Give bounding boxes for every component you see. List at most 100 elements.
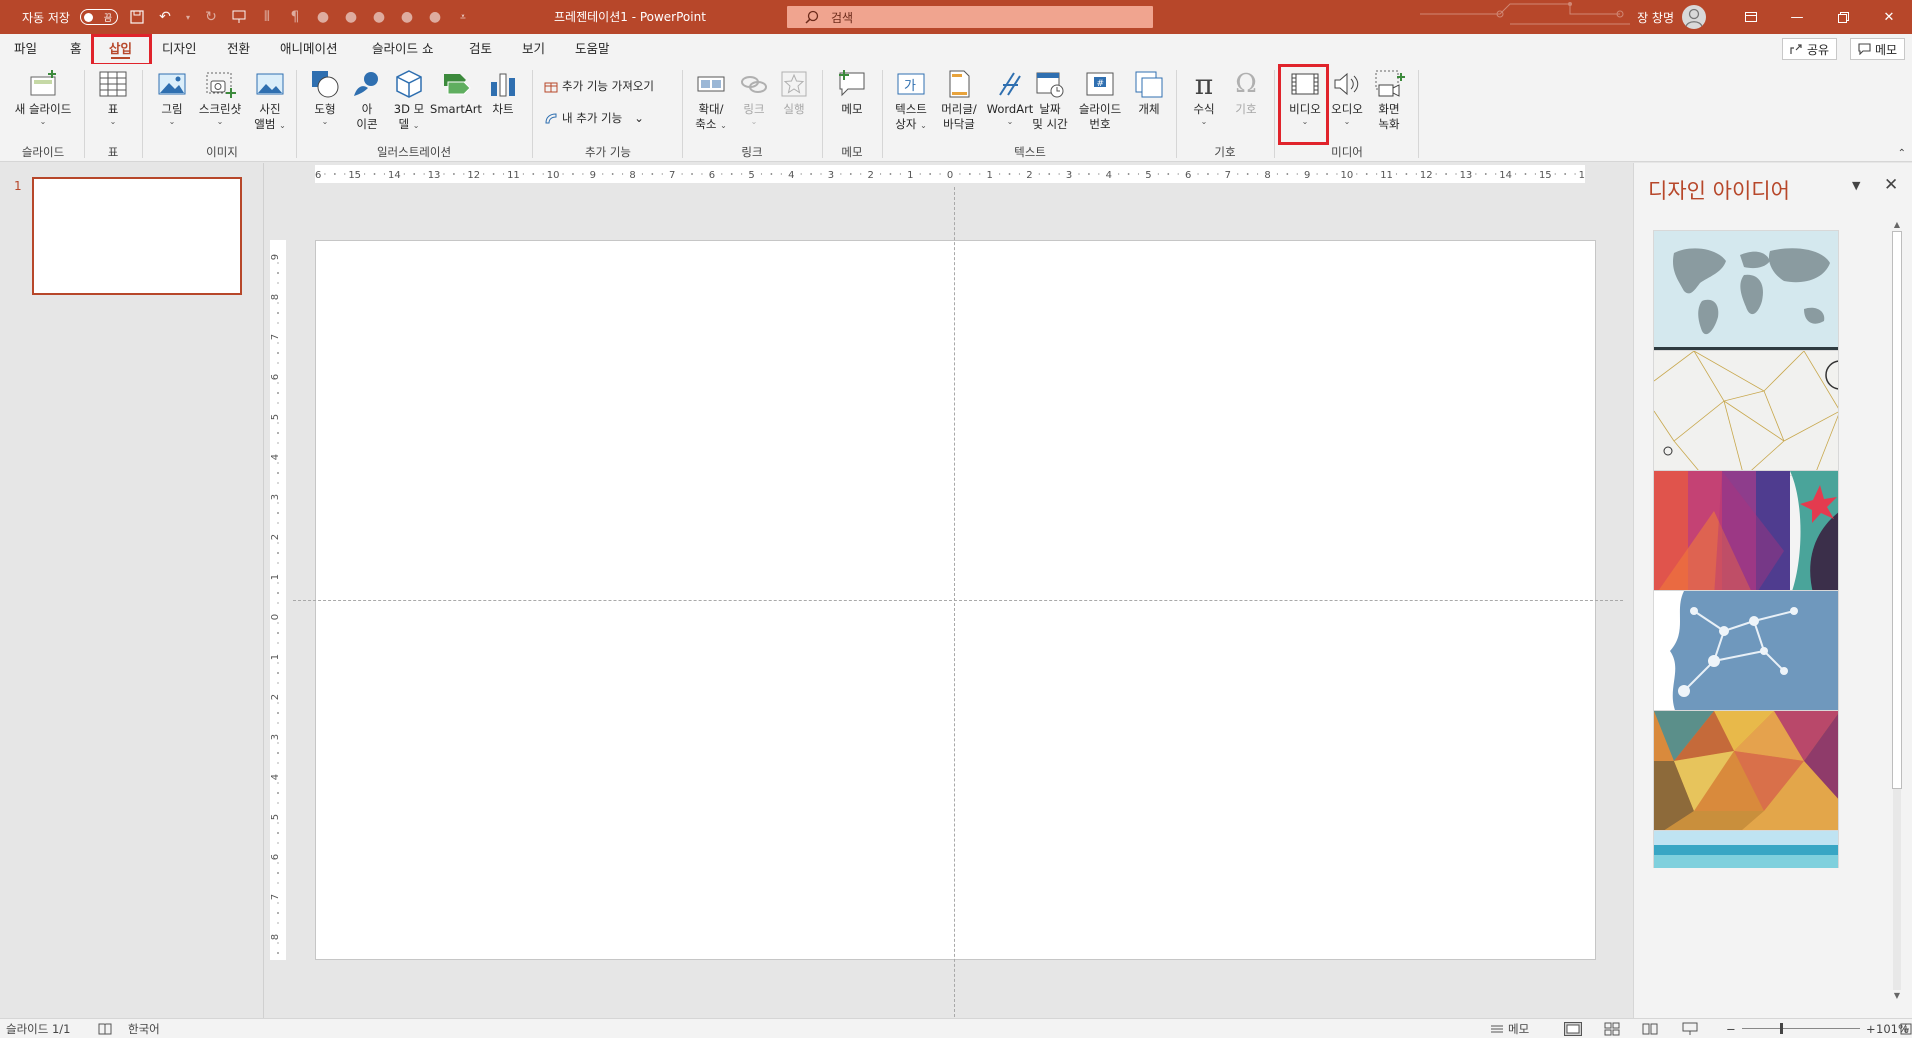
normal-view-icon[interactable] [1564, 1019, 1582, 1038]
horizontal-ruler: 1615141312111098765432101234567891011121… [315, 165, 1585, 183]
format-painter-icon[interactable]: ¶ [286, 8, 304, 26]
bar-chart-icon [487, 68, 519, 100]
date-time-button[interactable]: 날짜 및 시간 [1030, 68, 1070, 132]
shape-fill-icon[interactable]: ● [314, 8, 332, 26]
ruler-label: 7 [1225, 170, 1231, 181]
tab-home[interactable]: 홈 [62, 34, 90, 64]
scroll-down-icon[interactable]: ▼ [1891, 990, 1903, 1002]
tab-transitions[interactable]: 전환 [219, 34, 258, 64]
design-idea-network-blue[interactable] [1653, 590, 1839, 716]
smartart-button[interactable]: SmartArt [430, 68, 482, 117]
screenshot-button[interactable]: 스크린샷 ⌄ [192, 68, 248, 126]
icons-button[interactable]: 아 이콘 [346, 68, 388, 132]
pane-options-icon[interactable]: ▼ [1852, 179, 1860, 192]
ruler-label: 16 [315, 170, 321, 181]
align-icon[interactable]: ⫴ [258, 8, 276, 26]
ruler-label: 7 [270, 894, 281, 900]
design-idea-colorful-stripes[interactable] [1653, 470, 1839, 596]
avatar[interactable] [1682, 5, 1706, 29]
language-indicator[interactable]: 한국어 [128, 1019, 160, 1038]
tab-animations[interactable]: 애니메이션 [272, 34, 346, 64]
scroll-up-icon[interactable]: ▲ [1891, 219, 1903, 231]
slide-counter: 슬라이드 1/1 [6, 1022, 71, 1036]
design-idea-world-map[interactable] [1653, 230, 1839, 356]
undo-icon[interactable]: ↶ [156, 8, 174, 26]
collapse-ribbon-icon[interactable]: ⌃ [1898, 148, 1906, 159]
slide-number-button[interactable]: # 슬라이드 번호 [1072, 68, 1128, 132]
zoom-in-icon[interactable]: + [1866, 1019, 1876, 1038]
design-idea-low-poly[interactable] [1653, 710, 1839, 836]
ruler-label: 3 [828, 170, 834, 181]
shape-effects-icon[interactable]: ● [370, 8, 388, 26]
group-icon[interactable]: ● [398, 8, 416, 26]
spell-check-icon[interactable] [98, 1019, 112, 1038]
new-comment-button[interactable]: 메모 [830, 68, 874, 117]
audio-button[interactable]: 오디오 ⌄ [1326, 68, 1368, 126]
ribbon-display-options-icon[interactable] [1728, 0, 1774, 34]
vertical-guide[interactable] [954, 187, 955, 1017]
svg-text:#: # [1097, 79, 1105, 89]
autosave-toggle[interactable]: 끔 [79, 9, 118, 25]
group-label-comments: 메모 [841, 145, 863, 159]
tab-review[interactable]: 검토 [461, 34, 500, 64]
shape-outline-icon[interactable]: ● [342, 8, 360, 26]
close-icon[interactable]: ✕ [1866, 0, 1912, 34]
shapes-button[interactable]: 도형 ⌄ [304, 68, 346, 126]
scrollbar-thumb[interactable] [1892, 231, 1902, 789]
title-bar: 자동 저장 끔 ↶ ▾ ↻ ⫴ ¶ ● ● ● ● ● ⩡ 프레젠테이션1 - … [0, 0, 1912, 34]
search-box[interactable]: 검색 [787, 6, 1153, 28]
design-idea-gold-geometric[interactable] [1653, 350, 1839, 476]
reading-view-icon[interactable] [1642, 1019, 1658, 1038]
comments-button[interactable]: 메모 [1850, 38, 1906, 60]
slide-thumbnail[interactable] [32, 177, 242, 295]
ungroup-icon[interactable]: ● [426, 8, 444, 26]
textbox-button[interactable]: 가 텍스트 상자 ⌄ [888, 68, 934, 132]
tab-file[interactable]: 파일 [6, 34, 45, 64]
link-button[interactable]: 링크 ⌄ [734, 68, 774, 126]
share-button[interactable]: 공유 [1782, 38, 1838, 60]
design-idea-ocean[interactable] [1653, 830, 1839, 868]
3d-models-button[interactable]: 3D 모 델 ⌄ [388, 68, 430, 132]
user-name[interactable]: 장 창명 [1637, 9, 1674, 26]
wordart-icon [994, 68, 1026, 100]
action-button[interactable]: 실행 [774, 68, 814, 117]
wordart-button[interactable]: WordArt ⌄ [984, 68, 1036, 126]
table-button[interactable]: 표 ⌄ [92, 68, 134, 126]
design-ideas-scrollbar[interactable]: ▲ ▼ [1891, 219, 1903, 1002]
redo-icon[interactable]: ↻ [202, 8, 220, 26]
customize-qat-icon[interactable]: ⩡ [454, 8, 472, 26]
tab-help[interactable]: 도움말 [567, 34, 618, 64]
new-slide-button[interactable]: 새 슬라이드 ⌄ [8, 68, 78, 126]
undo-dropdown-icon[interactable]: ▾ [184, 8, 192, 26]
zoom-out-icon[interactable]: − [1726, 1019, 1736, 1038]
picture-button[interactable]: 그림 ⌄ [152, 68, 192, 126]
tab-design[interactable]: 디자인 [154, 34, 205, 64]
object-button[interactable]: 개체 [1128, 68, 1170, 117]
photo-album-button[interactable]: 사진 앨범 ⌄ [248, 68, 292, 132]
fit-slide-icon[interactable] [1900, 1019, 1912, 1038]
save-icon[interactable] [128, 8, 146, 26]
get-addins-button[interactable]: 추가 기능 가져오기 [544, 78, 654, 94]
zoom-slider[interactable] [1742, 1028, 1860, 1029]
start-slideshow-icon[interactable] [230, 8, 248, 26]
close-pane-icon[interactable]: ✕ [1884, 175, 1898, 195]
chart-button[interactable]: 차트 [482, 68, 524, 117]
slideshow-view-icon[interactable] [1682, 1019, 1698, 1038]
ruler-label: 15 [348, 170, 361, 181]
symbol-button[interactable]: Ω 기호 [1226, 68, 1266, 117]
header-footer-button[interactable]: 머리글/ 바닥글 [934, 68, 984, 132]
tab-slideshow[interactable]: 슬라이드 쇼 [364, 34, 441, 64]
my-addins-button[interactable]: 내 추가 기능 ⌄ [544, 110, 644, 126]
search-icon [805, 10, 819, 24]
minimize-icon[interactable]: — [1774, 0, 1820, 34]
horizontal-guide[interactable] [293, 600, 1623, 601]
tab-view[interactable]: 보기 [514, 34, 553, 64]
notes-button[interactable]: 메모 [1490, 1019, 1529, 1038]
zoom-button[interactable]: 확대/ 축소 ⌄ [688, 68, 734, 132]
ruler-label: 3 [270, 494, 281, 500]
equation-button[interactable]: π 수식 ⌄ [1184, 68, 1224, 126]
zoom-slider-thumb[interactable] [1780, 1023, 1783, 1034]
slide-sorter-view-icon[interactable] [1604, 1019, 1620, 1038]
restore-icon[interactable] [1820, 0, 1866, 34]
screen-recording-button[interactable]: 화면 녹화 [1368, 68, 1410, 132]
